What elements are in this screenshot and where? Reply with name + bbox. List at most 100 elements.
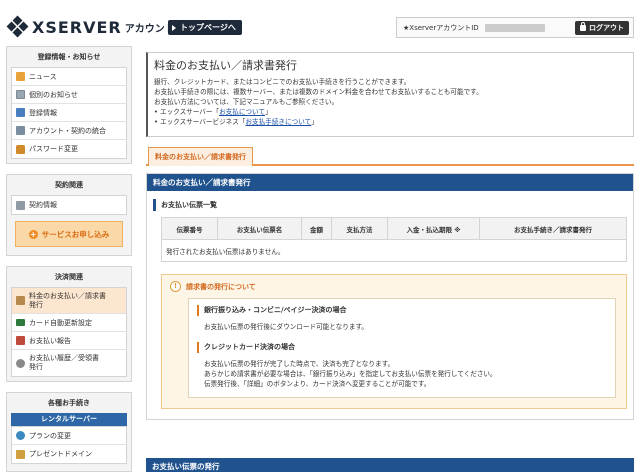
sidebar-item-label: 登録情報 <box>29 108 57 117</box>
plus-icon: + <box>28 229 38 239</box>
payment-icon <box>16 296 25 305</box>
xserver-logo[interactable]: XSERVER アカウント <box>6 15 175 38</box>
intro-line: お支払い方法については、下記マニュアルもご参照ください。 <box>154 98 339 106</box>
lock-icon <box>580 22 586 31</box>
sidebar-item-label: プレゼントドメイン <box>29 450 92 458</box>
top-page-button[interactable]: トップページへ <box>168 20 242 35</box>
sidebar-item-present-domain[interactable]: プレゼントドメイン <box>12 445 126 463</box>
column-header: 支払方法 <box>331 217 388 240</box>
sidebar-item-plan-change[interactable]: プランの変更 <box>12 427 126 445</box>
intro-line: お支払い手続きの際には、複数サーバー、または複数のドメイン料金を合わせてお支払い… <box>154 88 483 96</box>
sidebar: 登録情報・お知らせ ニュース 個別のお知らせ 登録情報 アカウント・契約の統合 … <box>6 46 132 472</box>
news-icon <box>16 72 25 81</box>
manual-link-item: エックスサーバー「お支払について」 <box>154 107 627 117</box>
brand-name: XSERVER <box>32 17 122 37</box>
logo-mark-icon <box>6 15 29 38</box>
tab-payment-invoice[interactable]: 料金のお支払い／請求書発行 <box>148 147 253 166</box>
slip-table: 伝票番号 お支払い伝票名 金額 支払方法 入金・払込期限 ※ お支払手続き／請求… <box>161 217 627 262</box>
sidebar-section-procedures: 各種お手続き レンタルサーバー プランの変更 プレゼントドメイン <box>6 392 132 472</box>
history-icon <box>16 358 25 368</box>
sidebar-item-registration[interactable]: 登録情報 <box>12 104 126 122</box>
service-apply-button[interactable]: + サービスお申し込み <box>15 221 123 247</box>
logout-button-label: ログアウト <box>589 24 624 32</box>
sidebar-item-card-renewal[interactable]: カード自動更新設定 <box>12 314 126 332</box>
sidebar-item-payment[interactable]: 料金のお支払い／請求書発行 <box>12 288 126 314</box>
notice-text: 伝票発行後、「詳細」のボタンより、カード決済へ変更することが可能です。 <box>204 380 431 388</box>
sidebar-section-title: 登録情報・お知らせ <box>37 53 101 61</box>
panel-title: 料金のお支払い／請求書発行 <box>147 174 633 191</box>
manual-link-xserver[interactable]: お支払について <box>219 108 265 116</box>
account-id-label: ★XserverアカウントID <box>403 23 479 32</box>
report-icon <box>16 336 25 345</box>
column-header: 金額 <box>301 217 332 240</box>
sidebar-list: 料金のお支払い／請求書発行 カード自動更新設定 お支払い報告 お支払い履歴／受領… <box>11 287 127 377</box>
invoice-notice: ! 請求書の発行について 銀行振り込み・コンビニ/ペイジー決済の場合 お支払い伝… <box>161 274 627 409</box>
table-header-row: 伝票番号 お支払い伝票名 金額 支払方法 入金・払込期限 ※ お支払手続き／請求… <box>161 217 627 240</box>
sidebar-item-label: パスワード変更 <box>29 145 78 153</box>
sidebar-item-password[interactable]: パスワード変更 <box>12 140 126 158</box>
sidebar-list: ニュース 個別のお知らせ 登録情報 アカウント・契約の統合 パスワード変更 <box>11 67 127 159</box>
sidebar-item-contract-info[interactable]: 契約情報 <box>12 196 126 214</box>
sidebar-section-title: 契約関連 <box>55 181 83 189</box>
notice-body: 銀行振り込み・コンビニ/ペイジー決済の場合 お支払い伝票の発行後にダウンロード可… <box>188 298 616 398</box>
notice-text: お支払い伝票の発行が完了した時点で、決済も完了となります。 <box>204 360 395 368</box>
empty-message: 発行されたお支払い伝票はありません。 <box>161 239 627 262</box>
column-header: 伝票番号 <box>161 217 218 240</box>
sidebar-item-label: 個別のお知らせ <box>29 90 78 99</box>
arrow-right-icon <box>172 24 176 31</box>
service-apply-label: サービスお申し込み <box>41 229 110 239</box>
page-title: 料金のお支払い／請求書発行 <box>154 59 297 72</box>
domain-icon <box>16 449 25 459</box>
column-header: 入金・払込期限 ※ <box>387 217 480 240</box>
exclamation-icon: ! <box>170 281 181 292</box>
sidebar-item-label: ニュース <box>29 72 57 81</box>
sidebar-list: プランの変更 プレゼントドメイン <box>11 426 127 464</box>
top-page-button-label: トップページへ <box>180 23 236 32</box>
notice-block-heading: クレジットカード決済の場合 <box>197 342 607 353</box>
sidebar-section-title: 各種お手続き <box>48 399 90 407</box>
page-intro: 料金のお支払い／請求書発行 銀行、クレジットカード、またはコンビニでのお支払い手… <box>146 52 634 137</box>
logout-button[interactable]: ログアウト <box>575 21 629 35</box>
panel-title: お支払い伝票の発行 <box>146 458 634 472</box>
sidebar-item-account-merge[interactable]: アカウント・契約の統合 <box>12 122 126 140</box>
notice-text: あらかじめ請求書が必要な場合は、「銀行振り込み」を指定してお支払い伝票を発行して… <box>204 370 497 378</box>
link-prefix: エックスサーバー「 <box>160 108 220 116</box>
sidebar-item-label: カード自動更新設定 <box>29 318 92 327</box>
column-header: お支払い伝票名 <box>217 217 302 240</box>
main-content: 料金のお支払い／請求書発行 銀行、クレジットカード、またはコンビニでのお支払い手… <box>146 52 634 420</box>
notice-block-heading: 銀行振り込み・コンビニ/ペイジー決済の場合 <box>197 305 607 316</box>
table-row: 発行されたお支払い伝票はありません。 <box>161 239 627 262</box>
link-suffix: 」 <box>265 108 272 116</box>
account-merge-icon <box>16 126 25 135</box>
link-suffix: 」 <box>311 118 318 126</box>
sidebar-section-payment: 決済関連 料金のお支払い／請求書発行 カード自動更新設定 お支払い報告 お支払い… <box>6 266 132 382</box>
manual-link-business[interactable]: お支払手続きについて <box>245 118 311 126</box>
intro-line: 銀行、クレジットカード、またはコンビニでのお支払い手続きを行うことができます。 <box>154 78 411 86</box>
message-icon <box>16 90 25 99</box>
registration-icon <box>16 108 25 117</box>
sidebar-item-label: プランの変更 <box>29 431 71 440</box>
column-header: お支払手続き／請求書発行 <box>479 217 627 240</box>
plan-icon <box>16 431 25 440</box>
sidebar-section-contract: 契約関連 契約情報 + サービスお申し込み <box>6 174 132 256</box>
sidebar-item-messages[interactable]: 個別のお知らせ <box>12 86 126 104</box>
sidebar-item-label: アカウント・契約の統合 <box>29 126 106 135</box>
sidebar-list: 契約情報 <box>11 195 127 215</box>
card-icon <box>16 319 25 326</box>
sidebar-item-news[interactable]: ニュース <box>12 68 126 86</box>
sidebar-item-payment-history[interactable]: お支払い履歴／受領書発行 <box>12 350 126 376</box>
account-id-box: ★XserverアカウントID ログアウト <box>396 17 634 38</box>
sidebar-section-info: 登録情報・お知らせ ニュース 個別のお知らせ 登録情報 アカウント・契約の統合 … <box>6 46 132 164</box>
sidebar-item-payment-report[interactable]: お支払い報告 <box>12 332 126 350</box>
link-prefix: エックスサーバービジネス「 <box>160 118 246 126</box>
sidebar-item-label: お支払い履歴／受領書発行 <box>29 354 99 371</box>
issue-slip-panel: お支払い伝票の発行 <box>146 458 634 472</box>
account-id-redacted <box>484 23 545 32</box>
sidebar-section-title: 決済関連 <box>55 273 83 281</box>
rental-server-bar: レンタルサーバー <box>11 413 127 426</box>
contract-icon <box>16 200 25 210</box>
notice-title: ! 請求書の発行について <box>170 281 616 292</box>
slip-list-heading: お支払い伝票一覧 <box>153 199 627 211</box>
sidebar-item-label: 契約情報 <box>29 201 57 209</box>
password-icon <box>16 144 25 154</box>
